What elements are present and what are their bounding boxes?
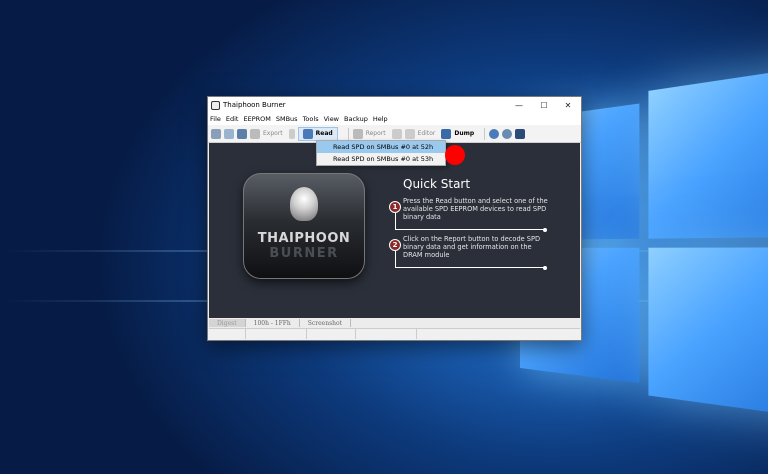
status-range: 100h - 1FFh: [246, 319, 300, 327]
step-text: Click on the Report button to decode SPD…: [403, 235, 541, 259]
main-panel: THAIPHOON BURNER Quick Start 1 Press the…: [209, 143, 580, 318]
read-button[interactable]: Read: [297, 126, 338, 141]
report-label: Report: [365, 130, 386, 137]
editor-label: Editor: [417, 130, 436, 137]
step-end-dot: [543, 265, 547, 270]
dump-button[interactable]: Dump: [441, 128, 475, 139]
menu-smbus[interactable]: SMBus: [276, 115, 298, 123]
app-icon: [211, 100, 220, 110]
dropdown-item-smbus-53h[interactable]: Read SPD on SMBus #0 at 53h: [317, 153, 445, 165]
title-bar[interactable]: Thaiphoon Burner — ☐ ✕: [208, 97, 581, 113]
wrench-icon[interactable]: [391, 128, 402, 139]
step-end-dot: [543, 227, 547, 232]
read-label: Read: [315, 130, 333, 137]
thaiphoon-logo: THAIPHOON BURNER: [243, 173, 365, 279]
export-button[interactable]: Export: [250, 128, 283, 139]
dump-icon: [441, 128, 452, 139]
editor-button[interactable]: Editor: [404, 128, 436, 139]
menu-help[interactable]: Help: [373, 115, 388, 123]
globe-icon[interactable]: [502, 128, 513, 139]
app-window: Thaiphoon Burner — ☐ ✕ File Edit EEPROM …: [207, 96, 582, 341]
menu-backup[interactable]: Backup: [344, 115, 368, 123]
menu-tools[interactable]: Tools: [303, 115, 319, 123]
dump-label: Dump: [454, 130, 475, 137]
step-number: 2: [389, 239, 401, 251]
status-screenshot[interactable]: Screenshot: [300, 319, 352, 327]
minimize-button[interactable]: —: [507, 97, 531, 113]
clip-icon[interactable]: [288, 128, 295, 139]
memory-icon[interactable]: [515, 128, 526, 139]
status-bar: Digest 100h - 1FFh Screenshot: [209, 318, 580, 328]
toolbar-separator: [484, 127, 486, 140]
logo-emblem-icon: [290, 187, 318, 221]
step-connector: [395, 213, 396, 229]
export-label: Export: [263, 130, 283, 137]
toolbar-separator: [347, 127, 349, 140]
export-icon: [250, 128, 260, 139]
step-number: 1: [389, 201, 401, 213]
menu-view[interactable]: View: [324, 115, 339, 123]
save-icon[interactable]: [237, 128, 247, 139]
tools-icon[interactable]: [211, 128, 221, 139]
step-connector: [395, 251, 396, 267]
read-icon: [302, 128, 313, 139]
report-icon: [352, 128, 363, 139]
editor-icon: [404, 128, 415, 139]
menu-bar: File Edit EEPROM SMBus Tools View Backup…: [208, 113, 581, 125]
step-underline: [395, 267, 545, 268]
menu-edit[interactable]: Edit: [226, 115, 239, 123]
quick-start-title: Quick Start: [403, 177, 471, 191]
click-marker: [445, 145, 465, 165]
status-bar-lower: [209, 328, 580, 339]
step-text: Press the Read button and select one of …: [403, 197, 548, 221]
menu-file[interactable]: File: [210, 115, 221, 123]
step-underline: [395, 229, 545, 230]
close-button[interactable]: ✕: [556, 97, 580, 113]
window-title: Thaiphoon Burner: [223, 101, 286, 109]
logo-text-top: THAIPHOON: [257, 231, 351, 246]
logo-text-bottom: BURNER: [269, 246, 339, 261]
open-icon[interactable]: [224, 128, 234, 139]
read-dropdown-menu: Read SPD on SMBus #0 at 52h Read SPD on …: [316, 140, 446, 166]
menu-eeprom[interactable]: EEPROM: [243, 115, 270, 123]
refresh-icon[interactable]: [489, 128, 500, 139]
report-button[interactable]: Report: [352, 128, 386, 139]
status-digest: Digest: [209, 319, 246, 327]
maximize-button[interactable]: ☐: [532, 97, 556, 113]
dropdown-item-smbus-52h[interactable]: Read SPD on SMBus #0 at 52h: [317, 141, 445, 153]
